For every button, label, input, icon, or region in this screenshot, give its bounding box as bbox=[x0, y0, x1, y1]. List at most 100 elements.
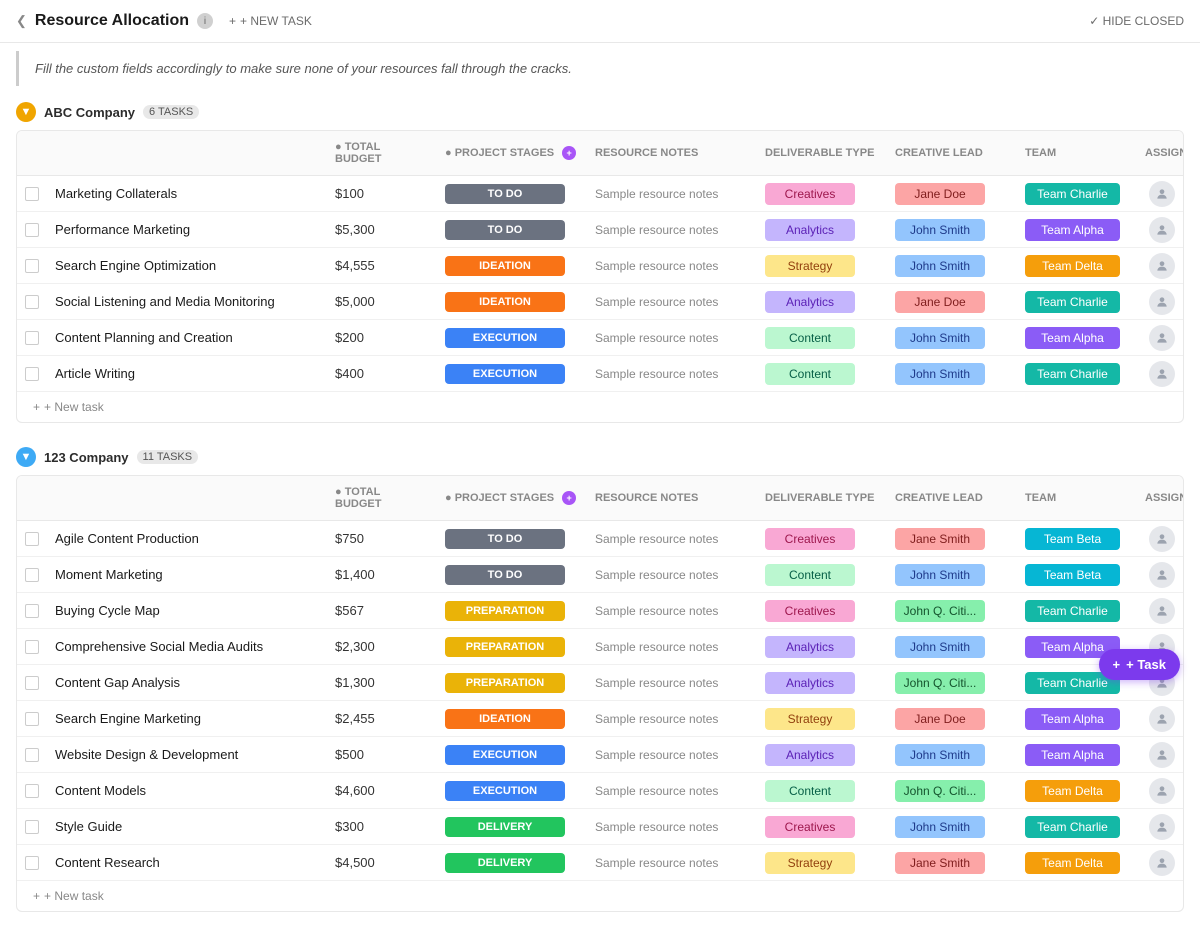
assignee-cell-0[interactable] bbox=[1137, 177, 1184, 211]
assignee-icon-3[interactable] bbox=[1149, 289, 1175, 315]
stage-cell-5[interactable]: IDEATION bbox=[437, 705, 587, 733]
lead-cell-4[interactable]: John Smith bbox=[887, 323, 1017, 353]
assignee-cell-0[interactable] bbox=[1137, 522, 1184, 556]
team-cell-4[interactable]: Team Alpha bbox=[1017, 323, 1137, 353]
lead-badge-3[interactable]: John Smith bbox=[895, 636, 985, 658]
stage-cell-9[interactable]: DELIVERY bbox=[437, 849, 587, 877]
deliverable-cell-5[interactable]: Content bbox=[757, 359, 887, 389]
task-checkbox-0[interactable] bbox=[25, 187, 39, 201]
deliverable-badge-0[interactable]: Creatives bbox=[765, 528, 855, 550]
stage-badge-9[interactable]: DELIVERY bbox=[445, 853, 565, 873]
task-checkbox-3[interactable] bbox=[25, 640, 39, 654]
stage-badge-8[interactable]: DELIVERY bbox=[445, 817, 565, 837]
deliverable-badge-2[interactable]: Strategy bbox=[765, 255, 855, 277]
team-cell-9[interactable]: Team Delta bbox=[1017, 848, 1137, 878]
deliverable-cell-2[interactable]: Strategy bbox=[757, 251, 887, 281]
stage-cell-7[interactable]: EXECUTION bbox=[437, 777, 587, 805]
deliverable-cell-3[interactable]: Analytics bbox=[757, 287, 887, 317]
stage-badge-2[interactable]: PREPARATION bbox=[445, 601, 565, 621]
task-checkbox-9[interactable] bbox=[25, 856, 39, 870]
lead-badge-4[interactable]: John Q. Citi... bbox=[895, 672, 985, 694]
task-checkbox-4[interactable] bbox=[25, 331, 39, 345]
lead-cell-7[interactable]: John Q. Citi... bbox=[887, 776, 1017, 806]
team-badge-2[interactable]: Team Delta bbox=[1025, 255, 1120, 277]
lead-cell-9[interactable]: Jane Smith bbox=[887, 848, 1017, 878]
stage-badge-2[interactable]: IDEATION bbox=[445, 256, 565, 276]
task-checkbox-5[interactable] bbox=[25, 712, 39, 726]
task-checkbox-2[interactable] bbox=[25, 604, 39, 618]
stage-badge-0[interactable]: TO DO bbox=[445, 184, 565, 204]
lead-cell-6[interactable]: John Smith bbox=[887, 740, 1017, 770]
lead-cell-5[interactable]: Jane Doe bbox=[887, 704, 1017, 734]
lead-badge-3[interactable]: Jane Doe bbox=[895, 291, 985, 313]
lead-badge-4[interactable]: John Smith bbox=[895, 327, 985, 349]
assignee-cell-9[interactable] bbox=[1137, 846, 1184, 880]
deliverable-badge-6[interactable]: Analytics bbox=[765, 744, 855, 766]
task-checkbox-3[interactable] bbox=[25, 295, 39, 309]
lead-badge-2[interactable]: John Smith bbox=[895, 255, 985, 277]
deliverable-cell-4[interactable]: Content bbox=[757, 323, 887, 353]
info-icon[interactable]: i bbox=[197, 13, 213, 29]
assignee-icon-2[interactable] bbox=[1149, 598, 1175, 624]
deliverable-cell-3[interactable]: Analytics bbox=[757, 632, 887, 662]
team-badge-2[interactable]: Team Charlie bbox=[1025, 600, 1120, 622]
lead-cell-2[interactable]: John Q. Citi... bbox=[887, 596, 1017, 626]
deliverable-cell-7[interactable]: Content bbox=[757, 776, 887, 806]
add-task-row-abc[interactable]: + + New task bbox=[17, 392, 1183, 422]
assignee-cell-5[interactable] bbox=[1137, 357, 1184, 391]
deliverable-cell-0[interactable]: Creatives bbox=[757, 524, 887, 554]
assignee-icon-8[interactable] bbox=[1149, 814, 1175, 840]
lead-badge-1[interactable]: John Smith bbox=[895, 219, 985, 241]
stage-cell-2[interactable]: PREPARATION bbox=[437, 597, 587, 625]
deliverable-badge-5[interactable]: Content bbox=[765, 363, 855, 385]
team-badge-7[interactable]: Team Delta bbox=[1025, 780, 1120, 802]
team-cell-0[interactable]: Team Beta bbox=[1017, 524, 1137, 554]
stage-cell-3[interactable]: PREPARATION bbox=[437, 633, 587, 661]
lead-cell-3[interactable]: John Smith bbox=[887, 632, 1017, 662]
lead-cell-8[interactable]: John Smith bbox=[887, 812, 1017, 842]
lead-badge-5[interactable]: Jane Doe bbox=[895, 708, 985, 730]
stage-badge-6[interactable]: EXECUTION bbox=[445, 745, 565, 765]
deliverable-badge-9[interactable]: Strategy bbox=[765, 852, 855, 874]
stage-cell-0[interactable]: TO DO bbox=[437, 525, 587, 553]
lead-badge-8[interactable]: John Smith bbox=[895, 816, 985, 838]
stage-cell-3[interactable]: IDEATION bbox=[437, 288, 587, 316]
team-cell-8[interactable]: Team Charlie bbox=[1017, 812, 1137, 842]
stage-badge-3[interactable]: PREPARATION bbox=[445, 637, 565, 657]
stage-badge-4[interactable]: PREPARATION bbox=[445, 673, 565, 693]
deliverable-cell-4[interactable]: Analytics bbox=[757, 668, 887, 698]
team-badge-0[interactable]: Team Charlie bbox=[1025, 183, 1120, 205]
assignee-cell-1[interactable] bbox=[1137, 558, 1184, 592]
team-cell-3[interactable]: Team Charlie bbox=[1017, 287, 1137, 317]
deliverable-cell-0[interactable]: Creatives bbox=[757, 179, 887, 209]
assignee-icon-6[interactable] bbox=[1149, 742, 1175, 768]
stage-badge-1[interactable]: TO DO bbox=[445, 565, 565, 585]
assignee-cell-7[interactable] bbox=[1137, 774, 1184, 808]
deliverable-cell-1[interactable]: Analytics bbox=[757, 215, 887, 245]
stage-cell-6[interactable]: EXECUTION bbox=[437, 741, 587, 769]
team-cell-7[interactable]: Team Delta bbox=[1017, 776, 1137, 806]
deliverable-cell-9[interactable]: Strategy bbox=[757, 848, 887, 878]
lead-badge-2[interactable]: John Q. Citi... bbox=[895, 600, 985, 622]
deliverable-badge-4[interactable]: Content bbox=[765, 327, 855, 349]
lead-cell-3[interactable]: Jane Doe bbox=[887, 287, 1017, 317]
deliverable-badge-1[interactable]: Analytics bbox=[765, 219, 855, 241]
hide-closed-btn[interactable]: ✓ HIDE CLOSED bbox=[1089, 14, 1184, 28]
stage-badge-1[interactable]: TO DO bbox=[445, 220, 565, 240]
team-badge-1[interactable]: Team Beta bbox=[1025, 564, 1120, 586]
assignee-icon-4[interactable] bbox=[1149, 325, 1175, 351]
team-cell-2[interactable]: Team Charlie bbox=[1017, 596, 1137, 626]
team-badge-3[interactable]: Team Charlie bbox=[1025, 291, 1120, 313]
team-badge-0[interactable]: Team Beta bbox=[1025, 528, 1120, 550]
team-cell-1[interactable]: Team Alpha bbox=[1017, 215, 1137, 245]
team-badge-9[interactable]: Team Delta bbox=[1025, 852, 1120, 874]
deliverable-badge-4[interactable]: Analytics bbox=[765, 672, 855, 694]
deliverable-badge-8[interactable]: Creatives bbox=[765, 816, 855, 838]
task-checkbox-5[interactable] bbox=[25, 367, 39, 381]
deliverable-cell-6[interactable]: Analytics bbox=[757, 740, 887, 770]
stage-cell-1[interactable]: TO DO bbox=[437, 216, 587, 244]
deliverable-cell-5[interactable]: Strategy bbox=[757, 704, 887, 734]
lead-badge-0[interactable]: Jane Smith bbox=[895, 528, 985, 550]
assignee-cell-3[interactable] bbox=[1137, 285, 1184, 319]
lead-badge-7[interactable]: John Q. Citi... bbox=[895, 780, 985, 802]
